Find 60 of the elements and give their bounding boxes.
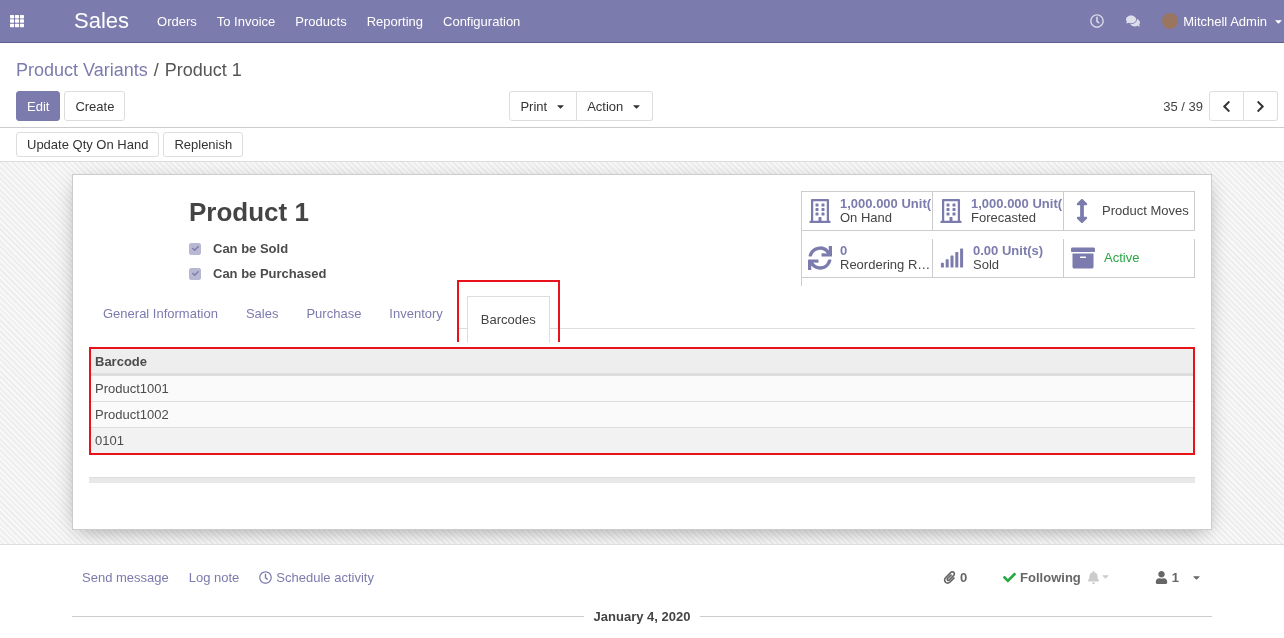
building-icon	[808, 199, 832, 223]
table-cell: Product1002	[91, 401, 1193, 427]
nav-menu-item[interactable]: To Invoice	[216, 13, 276, 29]
smart-button[interactable]: Active	[1064, 239, 1195, 278]
table-cell: Product1001	[91, 375, 1193, 401]
refresh-icon	[808, 246, 832, 270]
chatter-link[interactable]: Schedule activity	[259, 569, 374, 585]
following-button[interactable]: Following	[1003, 569, 1081, 585]
bell-icon	[1086, 570, 1100, 584]
next-button[interactable]	[1244, 91, 1278, 121]
app-name: Sales	[74, 8, 130, 34]
chatter-link[interactable]: Log note	[188, 569, 240, 585]
clock-icon	[259, 570, 273, 584]
nav-menu-item[interactable]: Orders	[157, 13, 197, 29]
product-name: Product 1	[189, 197, 310, 228]
action-dropdown[interactable]: Action	[577, 91, 654, 121]
date-separator: January 4, 2020	[593, 609, 691, 624]
header-button[interactable]: Replenish	[163, 132, 244, 157]
breadcrumb-link[interactable]: Product Variants	[16, 59, 148, 81]
checkbox[interactable]	[189, 242, 201, 255]
tab[interactable]: Barcodes	[466, 296, 550, 343]
chevron-left-icon	[1220, 99, 1233, 113]
chat-bubbles-icon[interactable]	[1126, 14, 1141, 28]
breadcrumb-separator: /	[153, 59, 159, 81]
paperclip-icon	[942, 570, 956, 584]
archive-box-icon	[1070, 246, 1096, 270]
check-icon	[191, 245, 199, 252]
user-menu[interactable]: Mitchell Admin	[1162, 13, 1284, 29]
nav-menu-item[interactable]: Reporting	[366, 13, 423, 29]
chatter-link[interactable]: Send message	[82, 569, 169, 585]
checkbox[interactable]	[189, 267, 201, 280]
followers-button[interactable]: 1	[1154, 569, 1202, 585]
clock-icon[interactable]	[1090, 14, 1105, 28]
edit-button[interactable]: Edit	[16, 91, 61, 121]
chevron-right-icon	[1254, 99, 1267, 113]
create-button[interactable]: Create	[64, 91, 126, 121]
smart-button[interactable]: 0.00 Unit(s) Sold	[933, 239, 1064, 278]
header-button[interactable]: Update Qty On Hand	[16, 132, 160, 157]
attachments-button[interactable]: 0	[942, 569, 968, 585]
checkbox-label: Can be Sold	[213, 241, 289, 256]
check-icon	[1003, 570, 1017, 584]
nav-menu-item[interactable]: Configuration	[443, 13, 521, 29]
check-icon	[191, 270, 199, 277]
smart-button[interactable]: 0 Reordering R…	[802, 239, 933, 278]
smart-button[interactable]: Product Moves	[1064, 192, 1195, 231]
nav-menu-item[interactable]: Products	[295, 13, 347, 29]
table-cell: 0101	[91, 427, 1193, 453]
building-icon	[939, 199, 963, 223]
signal-bars-icon	[939, 246, 965, 270]
pager-counter: 35 / 39	[1163, 98, 1203, 114]
checkbox-label: Can be Purchased	[213, 266, 327, 281]
smart-button[interactable]: 1,000.000 Unit( On Hand	[802, 192, 933, 231]
avatar	[1162, 13, 1179, 29]
breadcrumb-current: Product 1	[164, 59, 242, 81]
column-header: Barcode	[91, 349, 1193, 375]
previous-button[interactable]	[1209, 91, 1244, 121]
apps-grid-icon[interactable]	[10, 14, 24, 28]
smart-button[interactable]: 1,000.000 Unit( Forecasted	[933, 192, 1064, 231]
person-icon	[1154, 570, 1168, 584]
print-dropdown[interactable]: Print	[509, 91, 578, 121]
